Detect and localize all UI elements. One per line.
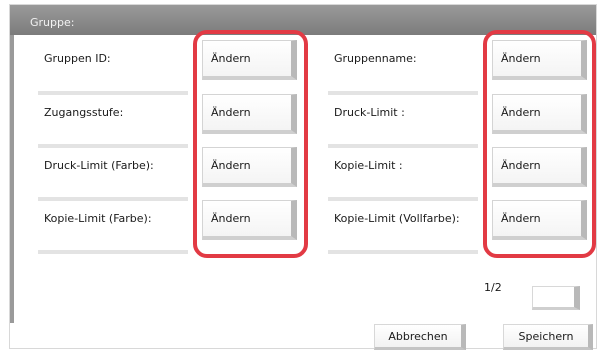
group-id-label: Gruppen ID: [44, 52, 111, 65]
color-print-limit-label: Druck-Limit (Farbe): [44, 159, 154, 172]
row-divider [38, 144, 188, 148]
color-copy-limit-label: Kopie-Limit (Farbe): [44, 212, 152, 225]
access-level-label: Zugangsstufe: [44, 106, 124, 119]
cancel-button[interactable]: Abbrechen [374, 324, 466, 350]
title-bar: Gruppe: [10, 5, 596, 35]
copy-limit-label: Kopie-Limit : [334, 159, 403, 172]
access-level-change-button[interactable]: Ändern [202, 94, 297, 134]
color-copy-limit-change-button[interactable]: Ändern [202, 200, 297, 240]
print-limit-label: Druck-Limit : [334, 106, 405, 119]
row-divider [328, 144, 478, 148]
color-print-limit-change-button[interactable]: Ändern [202, 147, 297, 187]
full-color-copy-limit-label: Kopie-Limit (Vollfarbe): [334, 212, 460, 225]
group-name-change-button[interactable]: Ändern [492, 40, 587, 80]
group-id-change-button[interactable]: Ändern [202, 40, 297, 80]
row-divider [38, 197, 188, 201]
dialog-title: Gruppe: [30, 16, 75, 29]
left-rail [10, 35, 14, 348]
row-divider [38, 91, 188, 95]
save-button[interactable]: Speichern [503, 324, 593, 350]
group-dialog: Gruppe: Gruppen ID: Ändern Zugangsstufe:… [10, 5, 596, 350]
full-color-copy-limit-change-button[interactable]: Ändern [492, 200, 587, 240]
row-divider [328, 197, 478, 201]
group-name-label: Gruppenname: [334, 52, 417, 65]
copy-limit-change-button[interactable]: Ändern [492, 147, 587, 187]
next-page-button[interactable] [532, 286, 580, 310]
print-limit-change-button[interactable]: Ändern [492, 94, 587, 134]
row-divider [328, 250, 478, 254]
row-divider [38, 250, 188, 254]
row-divider [328, 91, 478, 95]
page-indicator: 1/2 [484, 281, 502, 294]
